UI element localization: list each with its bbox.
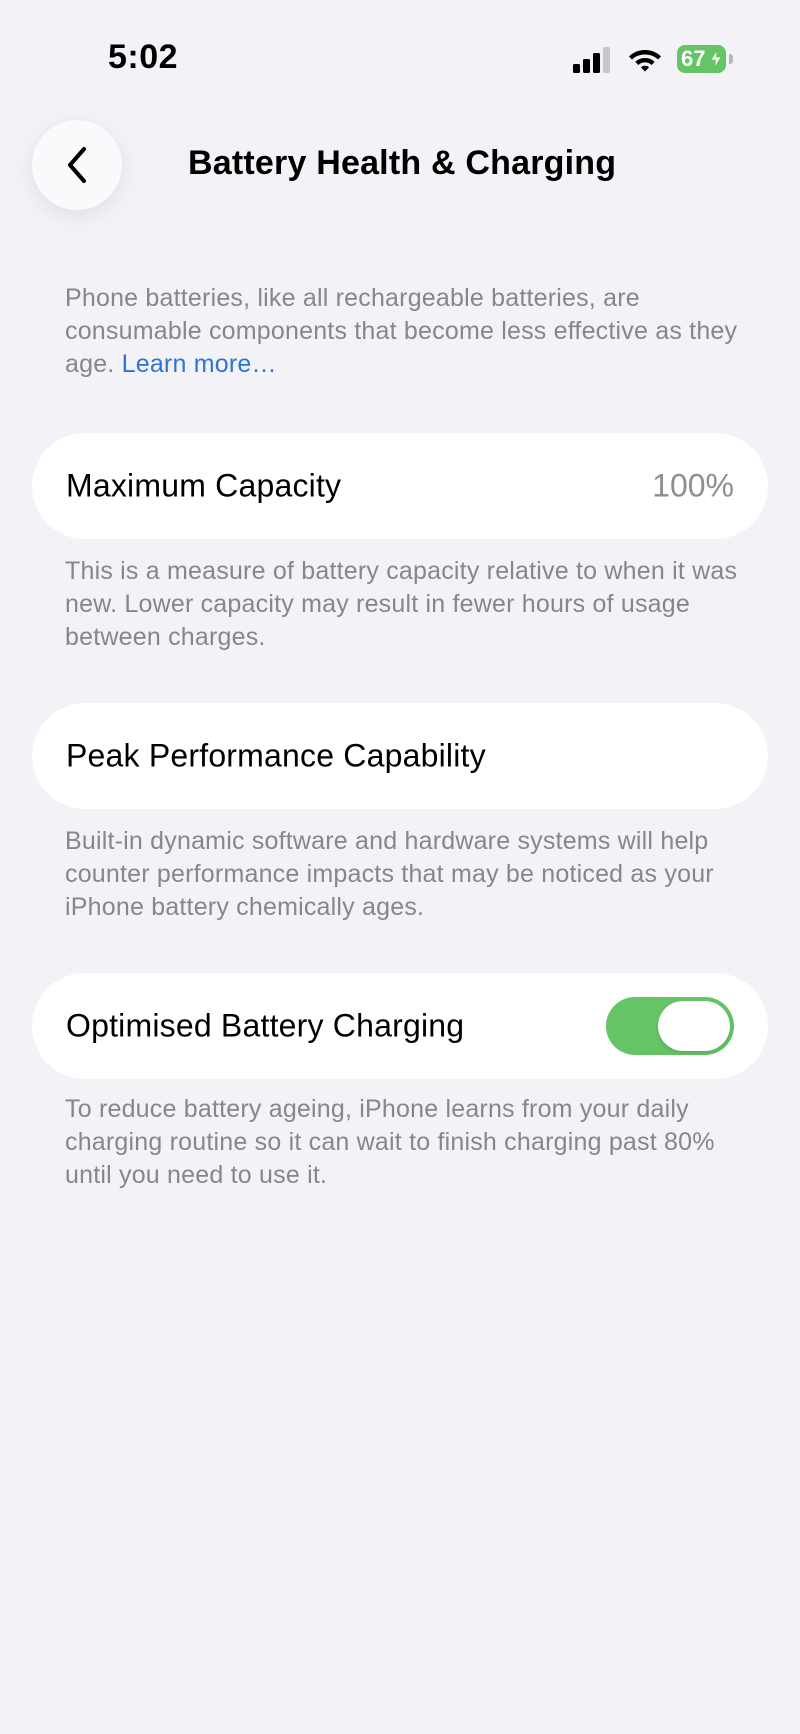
cellular-signal-icon [573, 47, 610, 73]
toggle-knob [658, 1001, 730, 1051]
maximum-capacity-value: 100% [652, 467, 734, 504]
page-title: Battery Health & Charging [188, 144, 617, 182]
peak-performance-row[interactable]: Peak Performance Capability [32, 703, 768, 809]
battery-body: 67 [677, 45, 726, 73]
battery-charging-icon: 67 [677, 45, 735, 73]
charging-bolt-icon [710, 50, 722, 68]
peak-performance-description: Built-in dynamic software and hardware s… [65, 827, 714, 921]
peak-performance-label: Peak Performance Capability [66, 737, 486, 774]
optimised-charging-toggle[interactable] [606, 997, 734, 1055]
learn-more-link[interactable]: Learn more… [122, 350, 277, 378]
intro-description: Phone batteries, like all rechargeable b… [65, 282, 745, 381]
back-button[interactable] [32, 120, 122, 210]
optimised-charging-description: To reduce battery ageing, iPhone learns … [65, 1095, 715, 1189]
status-bar: 5:02 67 [0, 0, 800, 110]
maximum-capacity-row: Maximum Capacity 100% [32, 433, 768, 539]
status-time: 5:02 [108, 38, 179, 76]
chevron-left-icon [68, 147, 86, 183]
wifi-icon [629, 50, 661, 72]
maximum-capacity-label: Maximum Capacity [66, 467, 342, 504]
battery-level: 67 [681, 46, 706, 71]
maximum-capacity-description: This is a measure of battery capacity re… [65, 557, 738, 651]
optimised-charging-row: Optimised Battery Charging [32, 973, 768, 1079]
battery-cap [729, 54, 733, 64]
optimised-charging-label: Optimised Battery Charging [66, 1007, 465, 1044]
